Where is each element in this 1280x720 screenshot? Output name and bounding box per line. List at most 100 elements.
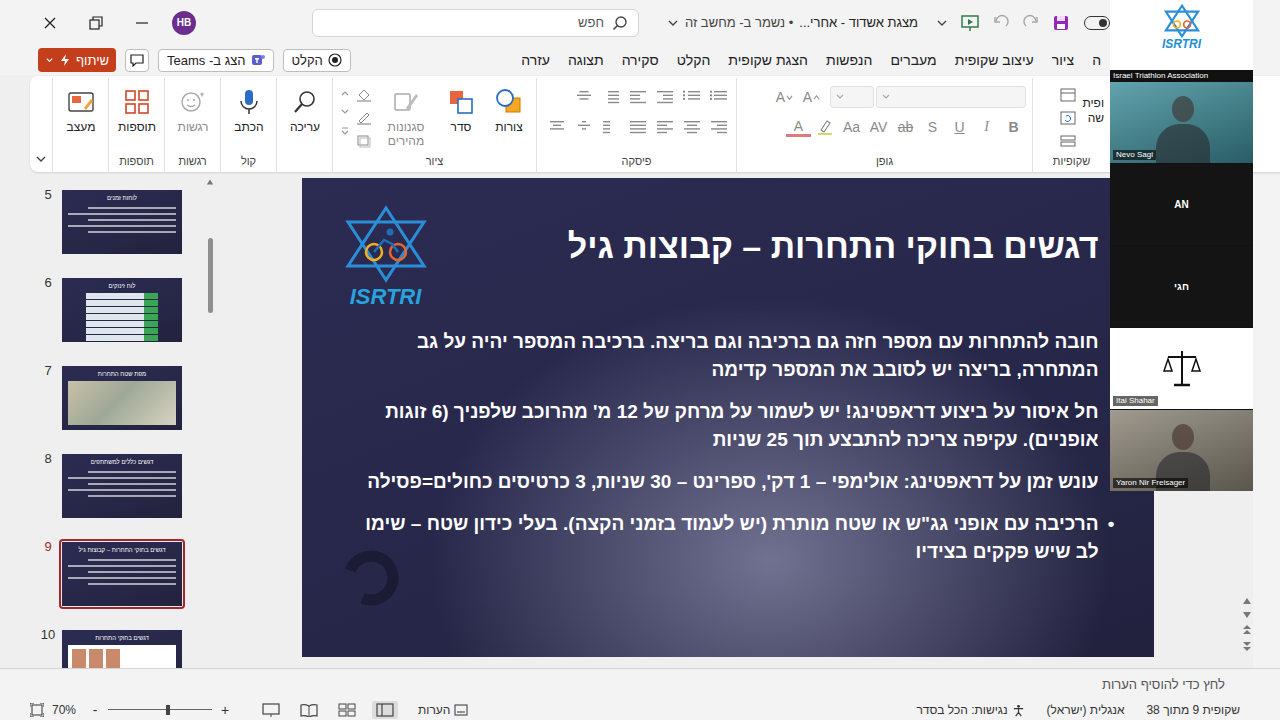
slide-paragraph[interactable]: חובה להתחרות עם מספר חזה גם ברכיבה וגם ב… (340, 328, 1099, 384)
restore-icon[interactable] (88, 15, 104, 31)
paragraph-button[interactable] (600, 86, 622, 108)
gallery-down-icon[interactable] (340, 107, 350, 117)
zoom-slider[interactable] (108, 703, 212, 717)
ribbon-button[interactable]: תוספות (116, 82, 158, 134)
redo-icon[interactable] (1022, 14, 1040, 32)
view-button[interactable] (258, 701, 284, 719)
participant-tile[interactable]: Itai Shahar (1110, 328, 1253, 409)
save-icon[interactable] (1052, 14, 1070, 32)
zoom-level[interactable]: 70% (52, 703, 76, 717)
paragraph-button[interactable] (681, 86, 703, 108)
scroll-up-icon[interactable] (1242, 596, 1252, 606)
slide-thumbnail[interactable]: דגשים בחוקי התחרות (62, 630, 182, 668)
account-avatar[interactable]: HB (172, 11, 196, 35)
slide-title[interactable]: דגשים בחוקי התחרות – קבוצות גיל (568, 226, 1099, 266)
format-button[interactable]: ab (893, 116, 918, 138)
close-icon[interactable] (42, 15, 58, 31)
participant-video[interactable]: Yaron Nir Freisager (1110, 410, 1253, 491)
paragraph-button[interactable] (573, 116, 595, 138)
format-button[interactable]: AV (866, 116, 891, 138)
previous-slide-icon[interactable] (1242, 624, 1252, 636)
ribbon-tab[interactable]: סקירה (613, 50, 668, 70)
new-slide-button[interactable]: ופיתשה (1082, 82, 1104, 126)
participant-tile[interactable]: חגי (1110, 246, 1253, 327)
undo-icon[interactable] (992, 14, 1010, 32)
paragraph-button[interactable] (708, 116, 730, 138)
ribbon-tab[interactable]: הקלט (668, 50, 720, 70)
accessibility-status[interactable]: נגישות: הכל בסדר (916, 703, 1024, 717)
view-button[interactable] (334, 701, 360, 719)
shape-effects-icon[interactable] (356, 134, 372, 148)
format-button[interactable]: I (974, 116, 999, 138)
gallery-more-icon[interactable] (340, 126, 350, 136)
notes-button[interactable]: הערות (418, 703, 468, 717)
drawing-button[interactable]: צורות (488, 82, 530, 134)
comments-button[interactable] (125, 49, 149, 72)
collapse-ribbon-icon[interactable] (34, 152, 48, 166)
paragraph-button[interactable] (654, 86, 676, 108)
zoom-out-button[interactable]: - (90, 702, 100, 718)
slide-paragraph[interactable]: עונש זמן על דראפטינג: אולימפי – 1 דק', ס… (340, 468, 1099, 496)
format-button[interactable]: B (1001, 116, 1026, 138)
ribbon-tab[interactable]: ה (1083, 50, 1110, 70)
grow-font-button[interactable]: A (799, 86, 824, 108)
ribbon-button[interactable]: מעצב (60, 82, 102, 134)
ribbon-tab[interactable]: הנפשות (817, 50, 881, 70)
ribbon-tab[interactable]: ציור (1043, 50, 1083, 70)
thumbnail-row[interactable]: לוח זינוקים 6 (30, 275, 185, 345)
ribbon-tab[interactable]: מעברים (881, 50, 945, 70)
present-in-teams-button[interactable]: הצג ב- Teams (158, 49, 273, 72)
scroll-down-icon[interactable] (1242, 610, 1252, 620)
ribbon-tab[interactable]: עזרה (512, 50, 559, 70)
paragraph-button[interactable] (654, 116, 676, 138)
fit-to-window-icon[interactable] (30, 703, 44, 717)
slide-paragraph[interactable]: חל איסור על ביצוע דראפטינג! יש לשמור על … (340, 398, 1099, 454)
paragraph-button[interactable] (600, 116, 622, 138)
font-size-field[interactable] (830, 86, 874, 108)
thumbnail-scrollbar[interactable] (205, 175, 215, 668)
scroll-up-icon[interactable] (206, 178, 214, 186)
participant-video[interactable]: Nevo Sagi (1110, 82, 1253, 163)
search-box[interactable]: חפש (312, 9, 639, 37)
shrink-font-button[interactable]: A (772, 86, 797, 108)
gallery-up-icon[interactable] (340, 88, 350, 98)
paragraph-button[interactable] (627, 116, 649, 138)
drawing-button[interactable]: סגנונות מהירים (378, 82, 434, 148)
thumbnail-row[interactable]: לוחות זמנים 5 (30, 187, 185, 257)
paragraph-button[interactable] (573, 86, 595, 108)
ribbon-tab[interactable]: תצוגה (559, 50, 613, 70)
ribbon-tab[interactable]: עיצוב שקופית (946, 50, 1043, 70)
layout-icon[interactable] (1060, 88, 1076, 102)
document-title[interactable]: מצגת אשדוד - אחרי... • נשמר ב- מחשב זה (667, 15, 918, 30)
present-icon[interactable] (960, 14, 980, 32)
customize-chevron-icon[interactable] (936, 17, 948, 29)
thumbnail-row[interactable]: דגשים בחוקי התחרות – קבוצות גיל 9 (30, 539, 185, 609)
share-button[interactable]: שיתוף (38, 48, 116, 72)
slide-bullet[interactable]: •הרכיבה עם אופני גג"ש או שטח מותרת (יש ל… (340, 510, 1115, 566)
ribbon-button[interactable]: הכתב (228, 82, 270, 134)
section-icon[interactable] (1060, 134, 1076, 148)
view-button[interactable] (372, 701, 398, 719)
slide-thumbnail[interactable]: דגשים כללים למשתתפים (62, 454, 182, 518)
shape-outline-icon[interactable] (356, 111, 372, 125)
highlighter-icon[interactable] (816, 118, 834, 136)
view-button[interactable] (296, 701, 322, 719)
format-button[interactable]: A (786, 117, 811, 137)
slide-canvas[interactable]: דגשים בחוקי התחרות – קבוצות גיל ISRTRI ח… (302, 178, 1154, 657)
slide-thumbnail[interactable]: מפת שטח התחרות (62, 366, 182, 430)
zoom-in-button[interactable]: + (220, 702, 230, 718)
thumbnail-row[interactable]: דגשים בחוקי התחרות 10 (30, 627, 185, 668)
paragraph-button[interactable] (708, 86, 730, 108)
format-button[interactable]: U (947, 116, 972, 138)
ribbon-button[interactable]: עריכה (284, 82, 326, 134)
paragraph-button[interactable] (681, 116, 703, 138)
font-name-field[interactable] (876, 86, 1026, 108)
paragraph-button[interactable] (627, 86, 649, 108)
slide-thumbnail[interactable]: דגשים בחוקי התחרות – קבוצות גיל (62, 542, 182, 606)
ribbon-tab[interactable]: הצגת שקופית (719, 50, 817, 70)
minimize-icon[interactable] (134, 15, 150, 31)
notes-pane[interactable]: לחץ כדי להוסיף הערות (0, 668, 1280, 700)
next-slide-icon[interactable] (1242, 640, 1252, 652)
slide-thumbnail[interactable]: לוח זינוקים (62, 278, 182, 342)
thumbnail-row[interactable]: מפת שטח התחרות 7 (30, 363, 185, 433)
